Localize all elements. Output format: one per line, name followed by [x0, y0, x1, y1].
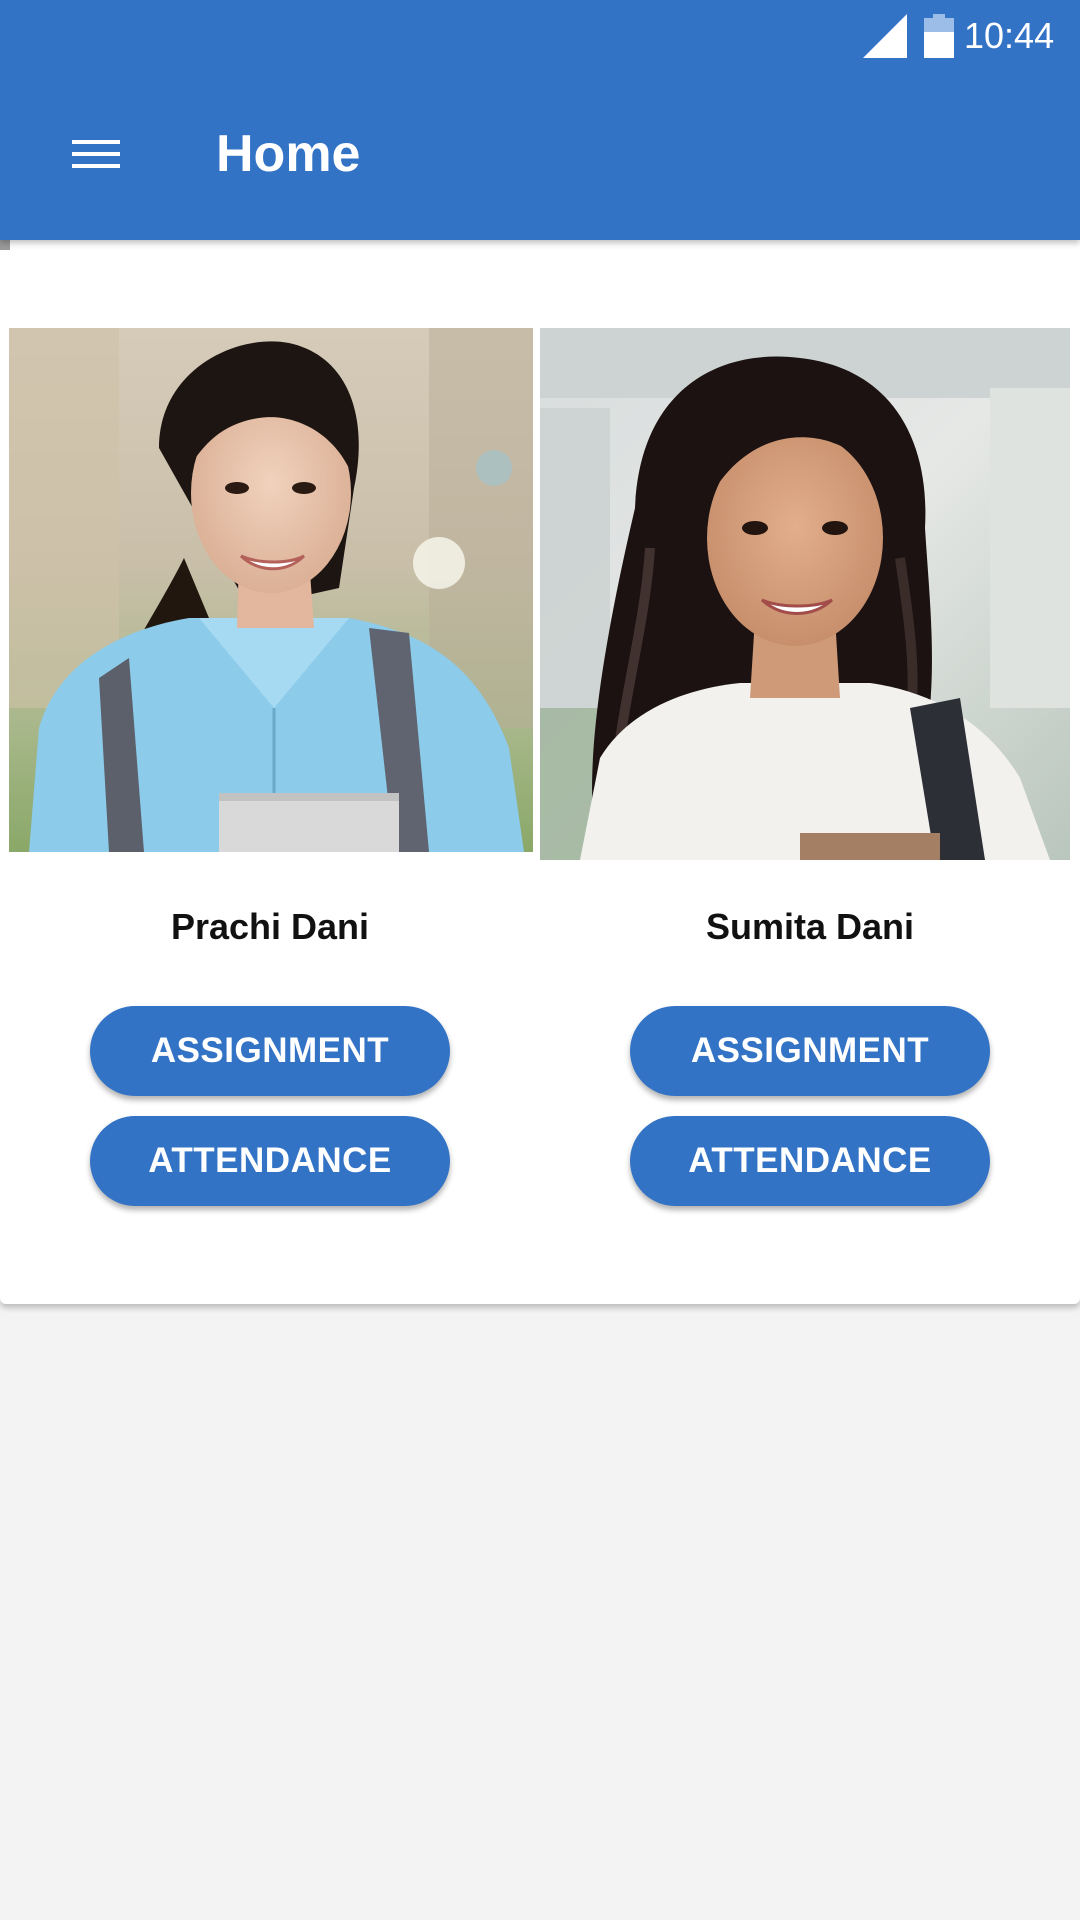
attendance-button[interactable]: ATTENDANCE [630, 1116, 990, 1206]
app-bar: 10:44 Home [0, 0, 1080, 240]
battery-icon [924, 14, 954, 58]
student-photo [9, 328, 533, 852]
student-name: Sumita Dani [705, 906, 915, 947]
menu-icon[interactable] [56, 118, 136, 190]
signal-icon [863, 14, 907, 58]
attendance-button[interactable]: ATTENDANCE [90, 1116, 450, 1206]
assignment-button[interactable]: ASSIGNMENT [90, 1006, 450, 1096]
status-bar: 10:44 [0, 0, 1080, 75]
student-photo [540, 328, 1070, 860]
hamburger-icon [72, 140, 120, 168]
student-name: Prachi Dani [170, 906, 370, 947]
student-card-1: Prachi Dani ASSIGNMENT ATTENDANCE [0, 240, 540, 1304]
student-card-2: Sumita Dani ASSIGNMENT ATTENDANCE [540, 240, 1080, 1304]
status-clock: 10:44 [964, 15, 1055, 56]
students-card: Prachi Dani ASSIGNMENT ATTENDANCE Sumita… [0, 240, 1080, 1304]
student-photo-1-image [9, 328, 533, 852]
assignment-button[interactable]: ASSIGNMENT [630, 1006, 990, 1096]
student-photo-2-image [540, 328, 1070, 860]
page-title: Home [216, 125, 361, 183]
